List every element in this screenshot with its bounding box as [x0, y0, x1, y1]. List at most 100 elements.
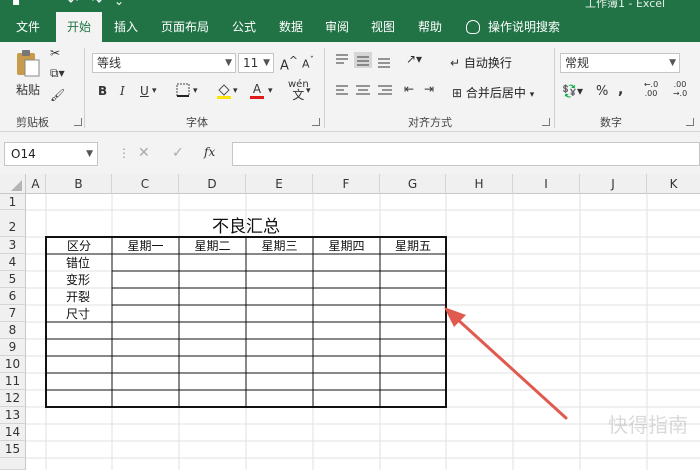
cell-grid — [26, 194, 700, 470]
format-painter-icon[interactable]: 🖌 — [50, 88, 65, 102]
bold-button[interactable]: B — [98, 84, 107, 98]
insert-function-icon[interactable]: fx — [204, 145, 215, 159]
decrease-indent-icon[interactable]: ⇤ — [404, 82, 414, 96]
font-color-glyph: A — [252, 82, 262, 96]
font-group-label: 字体 — [186, 116, 208, 129]
number-format-select[interactable]: 常规 ▼ — [560, 53, 680, 73]
paste-button[interactable]: 粘贴 — [10, 48, 46, 98]
quick-access-toolbar: ▪ ↶ ↷ ⌄ 工作簿1 - Excel — [0, 0, 700, 8]
tab-view[interactable]: 视图 — [360, 12, 406, 42]
font-launcher-icon[interactable] — [312, 118, 320, 126]
font-color-button[interactable]: A — [250, 82, 264, 99]
fill-color-button[interactable] — [216, 82, 232, 103]
chevron-down-icon[interactable]: ▾ — [193, 86, 198, 96]
decrease-decimal-button[interactable]: .00 →.0 — [668, 80, 692, 98]
paste-label: 粘贴 — [15, 83, 40, 97]
tell-me-search[interactable]: 操作说明搜索 — [466, 12, 560, 42]
group-divider — [324, 48, 325, 128]
wrap-text-icon: ↵ — [450, 56, 461, 70]
vertical-align-icons — [336, 52, 390, 68]
cut-icon[interactable]: ✂ — [50, 46, 60, 60]
redo-icon[interactable]: ↷ — [92, 0, 102, 8]
clipboard-icon — [17, 50, 40, 77]
underline-button[interactable]: U — [140, 84, 149, 98]
chevron-down-icon[interactable]: ▾ — [306, 86, 311, 96]
table-header-cell: 星期三 — [261, 239, 298, 253]
save-icon[interactable]: ▪ — [12, 0, 20, 8]
tab-insert[interactable]: 插入 — [102, 12, 150, 42]
formula-input[interactable] — [232, 142, 700, 166]
phonetic-char-icon: 文 — [292, 88, 305, 102]
table-header-cell: 星期四 — [328, 239, 365, 253]
merge-center-button[interactable]: ⊞ 合并后居中 ▾ — [452, 84, 534, 101]
font-color-swatch — [250, 96, 264, 99]
font-name-value: 等线 — [97, 56, 122, 70]
tab-page-layout[interactable]: 页面布局 — [150, 12, 220, 42]
horizontal-align-icons — [336, 85, 392, 95]
chevron-down-icon: ▼ — [669, 58, 676, 68]
wrap-text-button[interactable]: ↵ 自动换行 — [450, 54, 512, 71]
tab-help[interactable]: 帮助 — [406, 12, 454, 42]
window-title: 工作簿1 - Excel — [585, 0, 666, 8]
tell-me-label: 操作说明搜索 — [488, 20, 561, 34]
grow-font-button[interactable]: A^ — [280, 54, 298, 73]
copy-icon[interactable]: ⧉▾ — [50, 66, 65, 81]
undo-icon[interactable]: ↶ — [68, 0, 78, 8]
table-row-label: 变形 — [66, 273, 91, 287]
watermark: 快得指南 — [608, 413, 688, 437]
shrink-font-button[interactable]: Aˇ — [302, 55, 314, 71]
borders-button[interactable] — [176, 83, 190, 100]
italic-button[interactable]: I — [120, 84, 125, 98]
lightbulb-icon — [466, 20, 480, 34]
cancel-icon[interactable]: ✕ — [138, 145, 150, 161]
alignment-group-label: 对齐方式 — [408, 116, 452, 129]
name-box[interactable]: O14 ▼ — [4, 142, 98, 166]
chevron-down-icon: ▾ — [529, 90, 535, 100]
ribbon-tabs: 文件 开始 插入 页面布局 公式 数据 审阅 视图 帮助 操作说明搜索 — [0, 12, 700, 43]
table-row-label: 尺寸 — [66, 307, 91, 321]
accounting-format-icon[interactable]: 💱▾ — [562, 84, 583, 98]
enter-icon[interactable]: ✓ — [172, 145, 184, 161]
chevron-down-icon: ▼ — [263, 58, 270, 68]
clipboard-group-label: 剪贴板 — [16, 116, 49, 129]
font-size-value: 11 — [243, 56, 259, 70]
tab-home[interactable]: 开始 — [56, 12, 102, 43]
chevron-down-icon[interactable]: ▾ — [152, 86, 157, 96]
chevron-down-icon[interactable]: ▾ — [268, 86, 273, 96]
comma-style-button[interactable]: , — [618, 82, 623, 98]
tab-review[interactable]: 审阅 — [314, 12, 360, 42]
ribbon: 粘贴 ✂ ⧉▾ 🖌 剪贴板 等线 ▼ 11 ▼ A^ Aˇ B I U ▾ ▾ … — [0, 42, 700, 132]
tab-file[interactable]: 文件 — [0, 12, 56, 42]
table-header-cell: 星期二 — [194, 239, 231, 253]
chevron-down-icon[interactable]: ▾ — [233, 86, 238, 96]
sheet-title: 不良汇总 — [212, 217, 280, 237]
percent-button[interactable]: % — [596, 84, 608, 99]
customize-qat-icon[interactable]: ⌄ — [114, 0, 124, 8]
clipboard-launcher-icon[interactable] — [74, 118, 82, 126]
number-format-value: 常规 — [565, 56, 590, 70]
font-size-select[interactable]: 11 ▼ — [238, 53, 274, 73]
group-divider — [84, 48, 85, 128]
paint-bucket-icon — [217, 84, 231, 99]
number-launcher-icon[interactable] — [686, 118, 694, 126]
tab-formulas[interactable]: 公式 — [220, 12, 268, 42]
increase-decimal-button[interactable]: ←.0 .00 — [640, 80, 662, 98]
tab-data[interactable]: 数据 — [268, 12, 314, 42]
annotation-arrow — [444, 307, 568, 420]
group-divider — [554, 48, 555, 128]
chevron-down-icon: ▼ — [225, 58, 232, 68]
table-header-cell: 星期一 — [127, 239, 164, 253]
worksheet: A B C D E F G H I J K 1 2 3 4 5 6 7 8 9 … — [0, 174, 700, 470]
alignment-launcher-icon[interactable] — [542, 118, 550, 126]
formula-bar: O14 ▼ ⋮ ✕ ✓ fx — [0, 132, 700, 174]
merge-icon: ⊞ — [452, 86, 463, 100]
title-bar: ▪ ↶ ↷ ⌄ 工作簿1 - Excel 文件 开始 插入 页面布局 公式 数据… — [0, 0, 700, 43]
chevron-down-icon: ▼ — [86, 149, 93, 159]
table-header-cell: 区分 — [66, 239, 91, 253]
orientation-icon[interactable]: ↗▾ — [406, 52, 422, 66]
name-box-value: O14 — [11, 147, 36, 161]
increase-indent-icon[interactable]: ⇥ — [424, 82, 434, 96]
more-icon: ⋮ — [118, 146, 130, 160]
font-name-select[interactable]: 等线 ▼ — [92, 53, 236, 73]
border-icon — [176, 83, 190, 97]
